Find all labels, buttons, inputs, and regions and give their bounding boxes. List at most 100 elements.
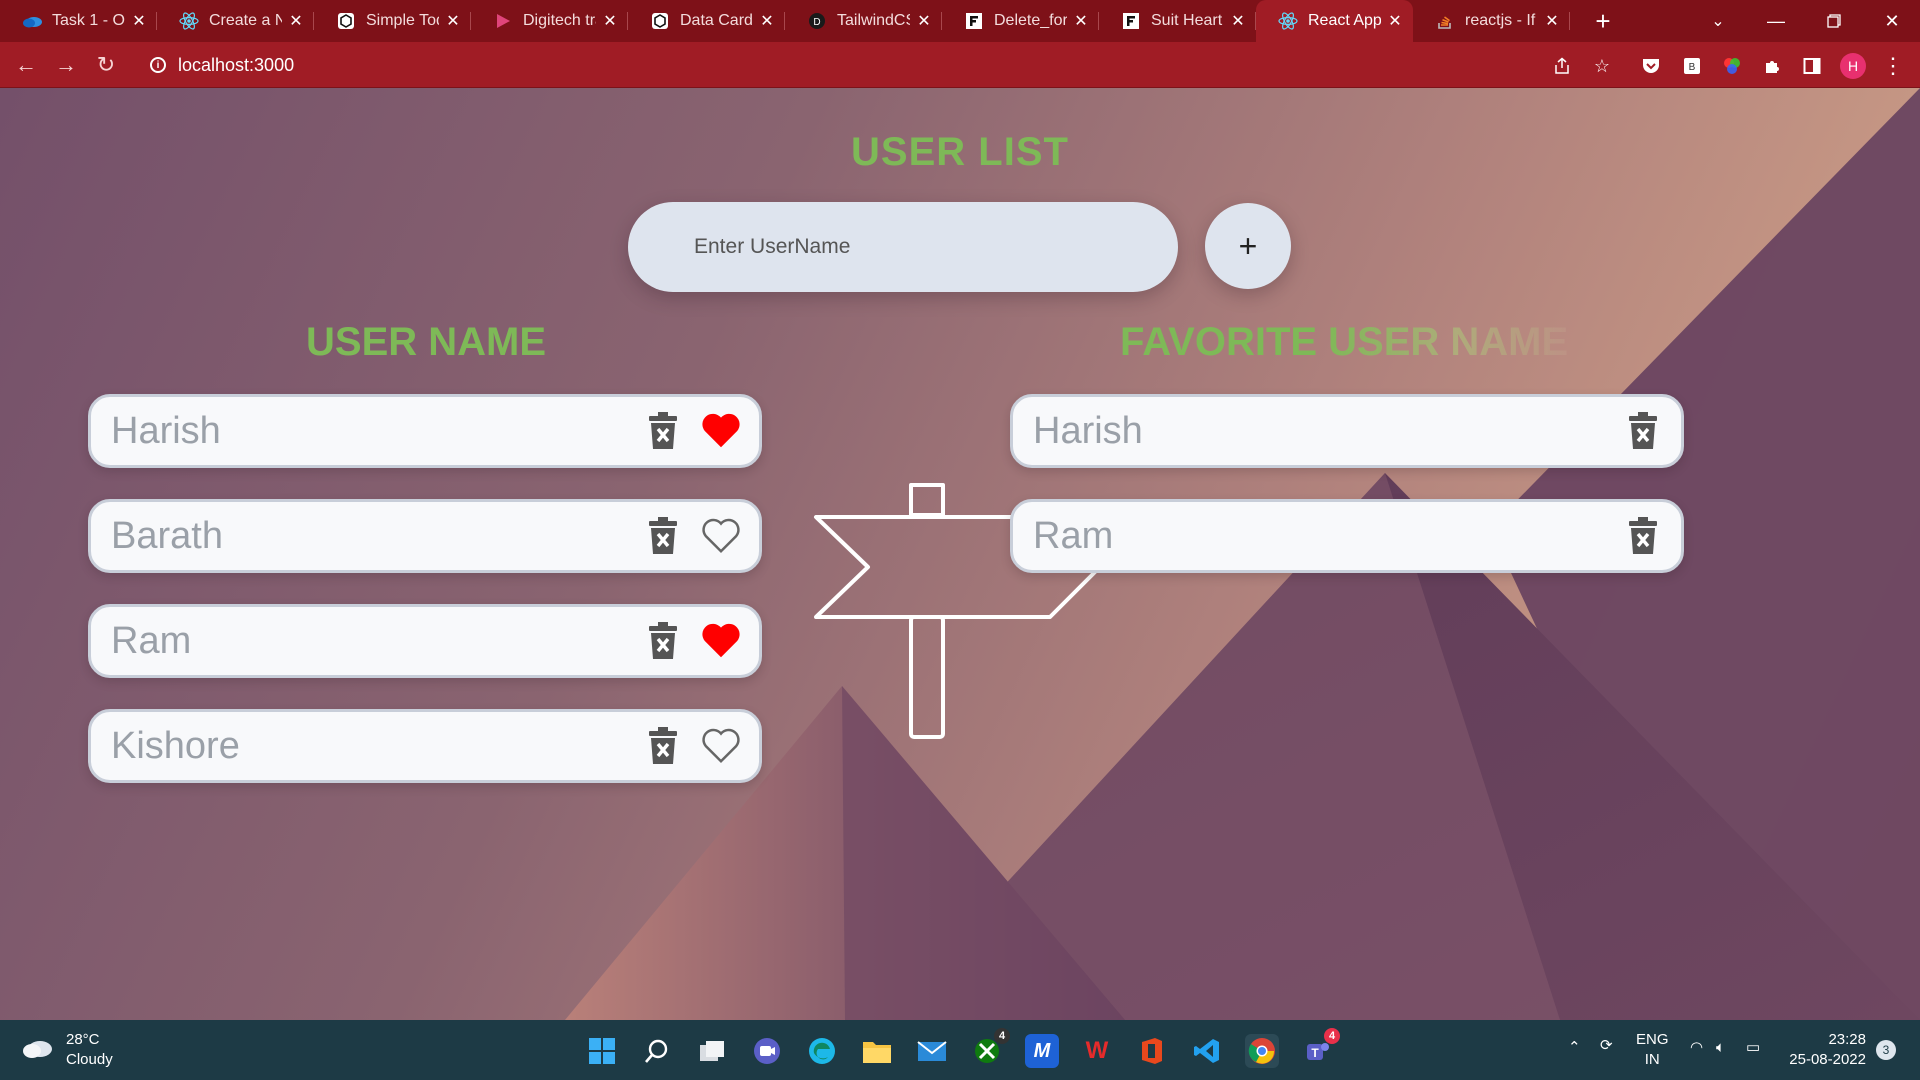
user-list-item: Harish	[88, 394, 762, 468]
user-name: Harish	[111, 409, 221, 452]
reload-icon[interactable]: ↻	[86, 45, 126, 85]
tab-label: reactjs - If c	[1465, 12, 1538, 29]
close-icon[interactable]: ✕	[1073, 11, 1089, 31]
user-list-heading: USER NAME	[306, 320, 547, 364]
tab-reactjs-so[interactable]: reactjs - If c ✕	[1413, 0, 1570, 42]
tab-label: Delete_forever	[994, 12, 1067, 29]
delete-forever-icon[interactable]	[643, 411, 683, 451]
url-text: localhost:3000	[178, 54, 295, 75]
close-icon[interactable]: ✕	[445, 11, 461, 31]
xbox-icon[interactable]: 4	[970, 1028, 1010, 1068]
close-icon[interactable]: ✕	[1544, 11, 1560, 31]
volume-icon[interactable]: 🔈︎	[1716, 1038, 1725, 1058]
chrome-icon[interactable]	[1245, 1034, 1279, 1068]
close-icon[interactable]: ✕	[1387, 11, 1403, 31]
close-icon[interactable]: ✕	[602, 11, 618, 31]
window-close-icon[interactable]: ✕	[1864, 0, 1920, 42]
site-info-icon[interactable]: i	[150, 57, 166, 73]
close-icon[interactable]: ✕	[131, 11, 147, 31]
react-app-page: USER LIST + USER NAME FAVORITE USER NAME…	[0, 88, 1920, 1020]
search-icon[interactable]	[640, 1034, 674, 1068]
language-code: ENG	[1636, 1031, 1669, 1048]
task-view-icon[interactable]	[695, 1034, 729, 1068]
delete-forever-icon[interactable]	[643, 516, 683, 556]
teams-icon[interactable]: T4	[1300, 1028, 1340, 1068]
new-tab-button[interactable]: +	[1582, 0, 1624, 42]
share-icon[interactable]	[1549, 53, 1575, 79]
pocket-icon[interactable]	[1638, 53, 1664, 79]
teams-badge: 4	[1324, 1028, 1340, 1044]
stackoverflow-icon	[1435, 11, 1455, 31]
profile-avatar[interactable]: H	[1840, 53, 1866, 79]
tab-label: Create a New React App	[209, 12, 282, 29]
tab-digitech[interactable]: Digitech training ✕	[471, 0, 628, 42]
close-icon[interactable]: ✕	[288, 11, 304, 31]
sync-icon[interactable]: ⟳	[1600, 1036, 1613, 1056]
office-icon[interactable]	[1135, 1034, 1169, 1068]
codesandbox-icon	[336, 11, 356, 31]
xbox-badge: 4	[994, 1028, 1010, 1044]
user-list-item: Barath	[88, 499, 762, 573]
weather-widget[interactable]: 28°C Cloudy	[22, 1030, 113, 1070]
language-indicator[interactable]: ENG IN	[1636, 1030, 1669, 1070]
more-menu-icon[interactable]: ⋮	[1880, 53, 1906, 79]
tab-search-icon[interactable]: ⌄	[1690, 0, 1746, 42]
battery-icon[interactable]: ▭	[1746, 1038, 1760, 1058]
user-list-item: Kishore	[88, 709, 762, 783]
clock[interactable]: 23:28 25-08-2022	[1786, 1030, 1866, 1070]
svg-text:T: T	[1311, 1046, 1319, 1060]
vscode-icon[interactable]	[1190, 1034, 1224, 1068]
restore-icon[interactable]	[1806, 0, 1862, 42]
wifi-icon[interactable]: ◠	[1690, 1038, 1703, 1058]
tab-tailwindcss[interactable]: D TailwindCSS ✕	[785, 0, 942, 42]
color-picker-icon[interactable]	[1719, 53, 1745, 79]
tab-label: Digitech training	[523, 12, 596, 29]
tab-react-app[interactable]: React App ✕	[1256, 0, 1413, 42]
edge-icon[interactable]	[805, 1034, 839, 1068]
file-explorer-icon[interactable]	[860, 1034, 894, 1068]
react-icon	[1278, 11, 1298, 31]
tab-create-react[interactable]: Create a New React App ✕	[157, 0, 314, 42]
wps-office-icon[interactable]: W	[1080, 1034, 1114, 1068]
tab-task1[interactable]: Task 1 - OneDrive ✕	[0, 0, 157, 42]
address-bar[interactable]: i localhost:3000	[140, 48, 1540, 82]
close-icon[interactable]: ✕	[916, 11, 932, 31]
back-icon[interactable]: ←	[6, 45, 46, 85]
bookmark-star-icon[interactable]: ☆	[1589, 53, 1615, 79]
delete-forever-icon[interactable]	[643, 726, 683, 766]
react-icon	[179, 11, 199, 31]
favorite-list-item: Ram	[1010, 499, 1684, 573]
mail-icon[interactable]	[915, 1034, 949, 1068]
notification-count[interactable]: 3	[1876, 1040, 1896, 1060]
onedrive-icon	[22, 11, 42, 31]
delete-forever-icon[interactable]	[1623, 411, 1663, 451]
tab-suit-heart[interactable]: Suit Heart Fill ✕	[1099, 0, 1256, 42]
windows-start-icon[interactable]	[585, 1034, 619, 1068]
page-title: USER LIST	[851, 130, 1069, 174]
tab-label: Data Card	[680, 12, 753, 29]
forward-icon[interactable]: →	[46, 45, 86, 85]
extensions-puzzle-icon[interactable]	[1759, 53, 1785, 79]
svg-text:B: B	[1689, 62, 1696, 73]
extension-b-icon[interactable]: B	[1679, 53, 1705, 79]
minimize-icon[interactable]: —	[1748, 0, 1804, 42]
heart-outline-icon[interactable]	[701, 726, 741, 766]
delete-forever-icon[interactable]	[643, 621, 683, 661]
add-user-button[interactable]: +	[1205, 203, 1291, 289]
weather-temp: 28°C	[66, 1031, 100, 1048]
username-input[interactable]	[628, 202, 1178, 292]
tab-simple-todo[interactable]: Simple Todo ✕	[314, 0, 471, 42]
chevron-up-icon[interactable]: ⌃	[1568, 1038, 1581, 1058]
side-panel-icon[interactable]	[1799, 53, 1825, 79]
tab-strip: Task 1 - OneDrive ✕ Create a New React A…	[0, 0, 1920, 42]
tab-delete-forever[interactable]: Delete_forever ✕	[942, 0, 1099, 42]
math-app-icon[interactable]: M	[1025, 1034, 1059, 1068]
heart-filled-icon[interactable]	[701, 411, 741, 451]
delete-forever-icon[interactable]	[1623, 516, 1663, 556]
heart-outline-icon[interactable]	[701, 516, 741, 556]
heart-filled-icon[interactable]	[701, 621, 741, 661]
close-icon[interactable]: ✕	[1230, 11, 1246, 31]
close-icon[interactable]: ✕	[759, 11, 775, 31]
teams-chat-icon[interactable]	[750, 1034, 784, 1068]
tab-data-card[interactable]: Data Card ✕	[628, 0, 785, 42]
